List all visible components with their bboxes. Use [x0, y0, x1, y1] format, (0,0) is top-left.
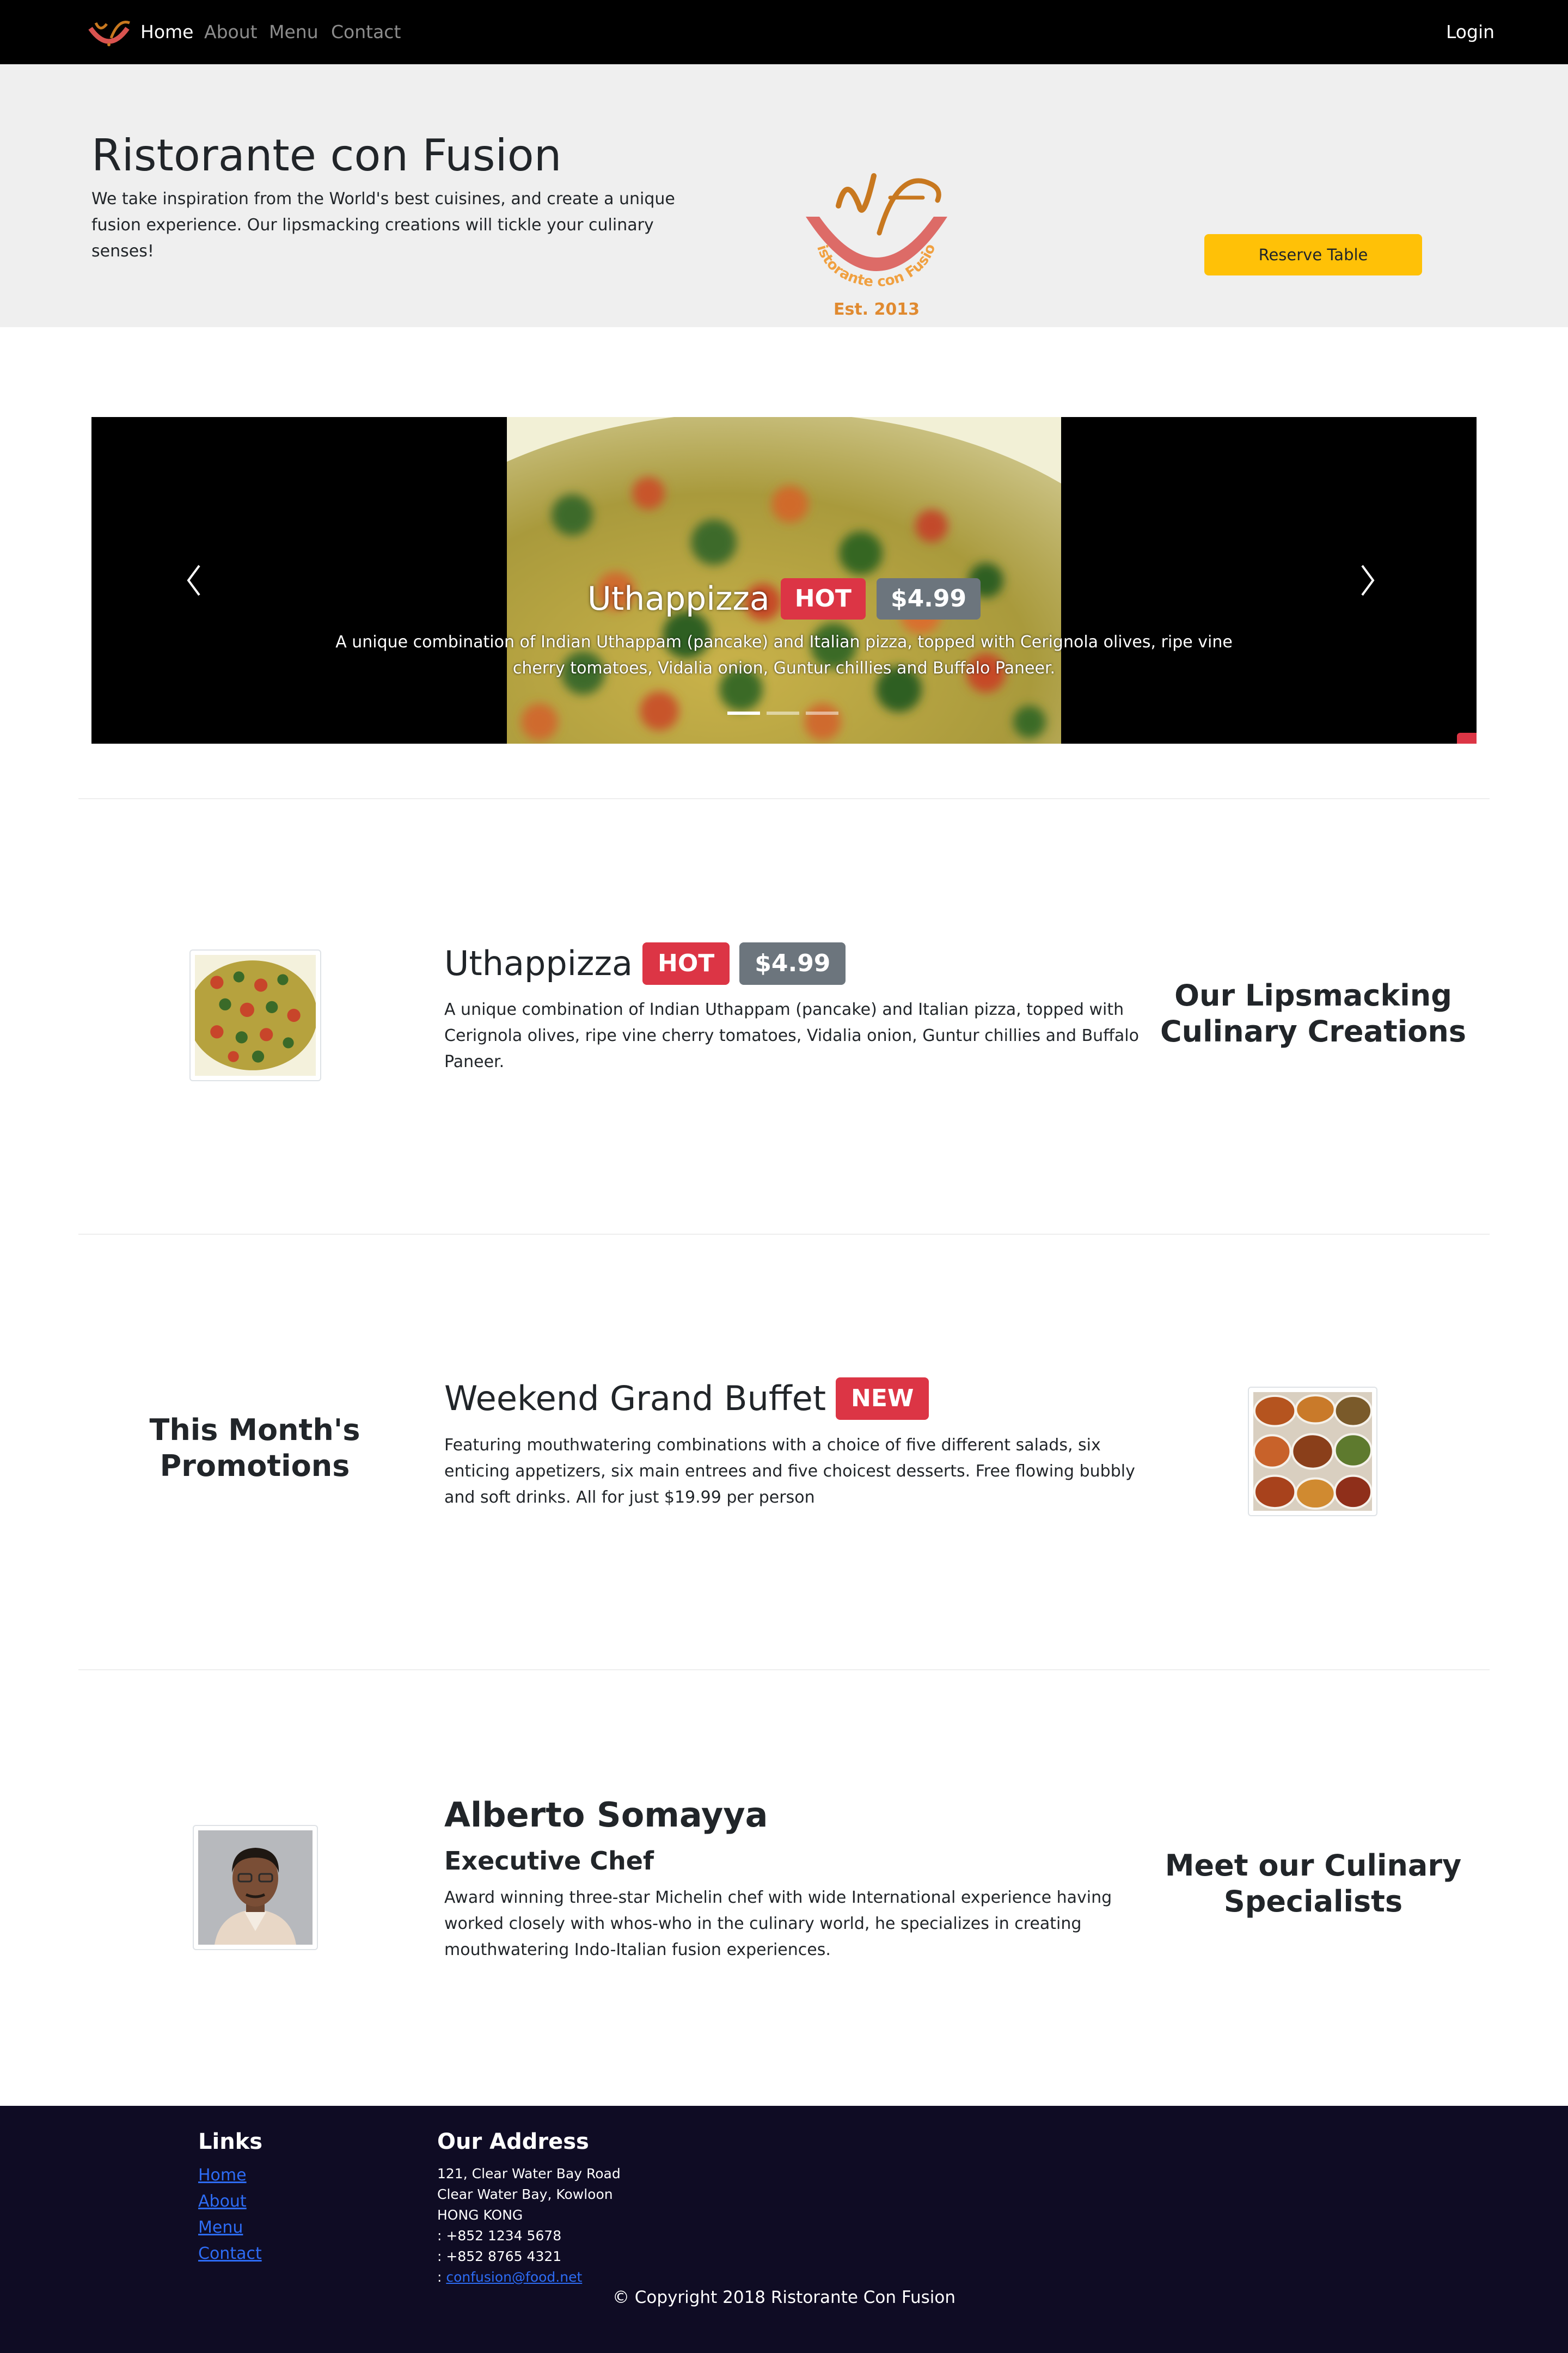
- footer-link-item: Home: [198, 2162, 262, 2189]
- carousel-price-badge: $4.99: [876, 578, 981, 620]
- navbar: Home About Menu Contact Login: [0, 0, 1568, 64]
- phone-number-1: : +852 1234 5678: [437, 2228, 562, 2244]
- carousel-dish-description: A unique combination of Indian Uthappam …: [335, 633, 1233, 678]
- page-title: Ristorante con Fusion: [91, 130, 562, 181]
- dish-hot-badge: HOT: [642, 942, 730, 985]
- jumbotron-text: We take inspiration from the World's bes…: [91, 189, 675, 261]
- carousel-caption: Uthappizza HOT $4.99 A unique combinatio…: [91, 575, 1477, 682]
- nav-link-about[interactable]: About: [204, 21, 258, 44]
- section-divider: [78, 798, 1490, 799]
- dish-thumbnail: [189, 949, 321, 1081]
- copyright-text: © Copyright 2018 Ristorante Con Fusion: [612, 2288, 956, 2307]
- leaders-section-heading: Meet our Culinary Specialists: [1165, 1848, 1462, 1919]
- dish-price-badge: $4.99: [739, 942, 846, 985]
- logo-est-text: Est. 2013: [834, 300, 920, 319]
- email-link[interactable]: confusion@food.net: [446, 2269, 582, 2285]
- footer-link-about[interactable]: About: [198, 2192, 247, 2211]
- address-line-3: HONG KONG: [437, 2207, 523, 2223]
- carousel-indicator-2[interactable]: [767, 712, 799, 715]
- reserve-table-container: Reserve Table: [1204, 170, 1422, 275]
- dish-title: Uthappizza: [444, 943, 633, 983]
- footer-link-item: About: [198, 2189, 262, 2215]
- carousel: Uthappizza HOT $4.99 A unique combinatio…: [91, 417, 1477, 744]
- leader-description: Award winning three-star Michelin chef w…: [444, 1888, 1112, 1959]
- dishes-section-heading: Our Lipsmacking Culinary Creations: [1160, 978, 1466, 1049]
- address-line-2: Clear Water Bay, Kowloon: [437, 2186, 613, 2202]
- navbar-logo[interactable]: [86, 16, 132, 49]
- leader-designation: Executive Chef: [444, 1846, 654, 1876]
- footer: Links Home About Menu Contact Our Addres…: [0, 2106, 1568, 2353]
- footer-link-item: Contact: [198, 2241, 262, 2267]
- leader-photo: [193, 1825, 318, 1950]
- footer-link-home[interactable]: Home: [198, 2166, 247, 2185]
- promotion-thumbnail: [1248, 1387, 1377, 1516]
- footer-link-item: Menu: [198, 2215, 262, 2241]
- footer-address: 121, Clear Water Bay Road Clear Water Ba…: [437, 2164, 621, 2288]
- footer-link-contact[interactable]: Contact: [198, 2244, 262, 2263]
- section-divider: [78, 1234, 1490, 1235]
- phone-number-2: : +852 8765 4321: [437, 2248, 562, 2264]
- promotion-description: Featuring mouthwatering combinations wit…: [444, 1436, 1135, 1507]
- email-prefix: :: [437, 2269, 446, 2285]
- nav-link-home[interactable]: Home: [140, 21, 193, 44]
- carousel-indicator-1[interactable]: [727, 712, 760, 715]
- email-line: : confusion@food.net: [437, 2267, 621, 2288]
- nav-link-contact[interactable]: Contact: [331, 21, 401, 44]
- login-link[interactable]: Login: [1446, 21, 1494, 44]
- carousel-caption-title-row: Uthappizza HOT $4.99: [91, 575, 1477, 623]
- restaurant-logo: Ristorante con Fusion Est. 2013: [789, 112, 958, 326]
- carousel-dish-title: Uthappizza: [587, 580, 770, 618]
- promotion-title: Weekend Grand Buffet: [444, 1378, 826, 1418]
- footer-link-menu[interactable]: Menu: [198, 2218, 243, 2237]
- carousel-indicator-3[interactable]: [806, 712, 838, 715]
- carousel-indicators: [727, 712, 838, 715]
- section-divider: [78, 1669, 1490, 1670]
- promotion-title-row: Weekend Grand Buffet NEW: [444, 1376, 929, 1421]
- carousel-pause-button[interactable]: [1457, 733, 1477, 744]
- footer-links-heading: Links: [198, 2129, 263, 2154]
- footer-address-heading: Our Address: [437, 2129, 589, 2154]
- promotion-new-badge: NEW: [836, 1377, 929, 1420]
- dish-title-row: Uthappizza HOT $4.99: [444, 941, 846, 986]
- address-line-1: 121, Clear Water Bay Road: [437, 2166, 621, 2182]
- carousel-hot-badge: HOT: [780, 578, 866, 620]
- nav-link-menu[interactable]: Menu: [269, 21, 318, 44]
- leader-name: Alberto Somayya: [444, 1795, 768, 1835]
- reserve-table-button[interactable]: Reserve Table: [1204, 234, 1422, 275]
- dish-description: A unique combination of Indian Uthappam …: [444, 1000, 1139, 1071]
- promotions-section-heading: This Month's Promotions: [149, 1413, 360, 1483]
- footer-links-list: Home About Menu Contact: [198, 2162, 262, 2267]
- jumbotron: Ristorante con Fusion We take inspiratio…: [0, 64, 1568, 327]
